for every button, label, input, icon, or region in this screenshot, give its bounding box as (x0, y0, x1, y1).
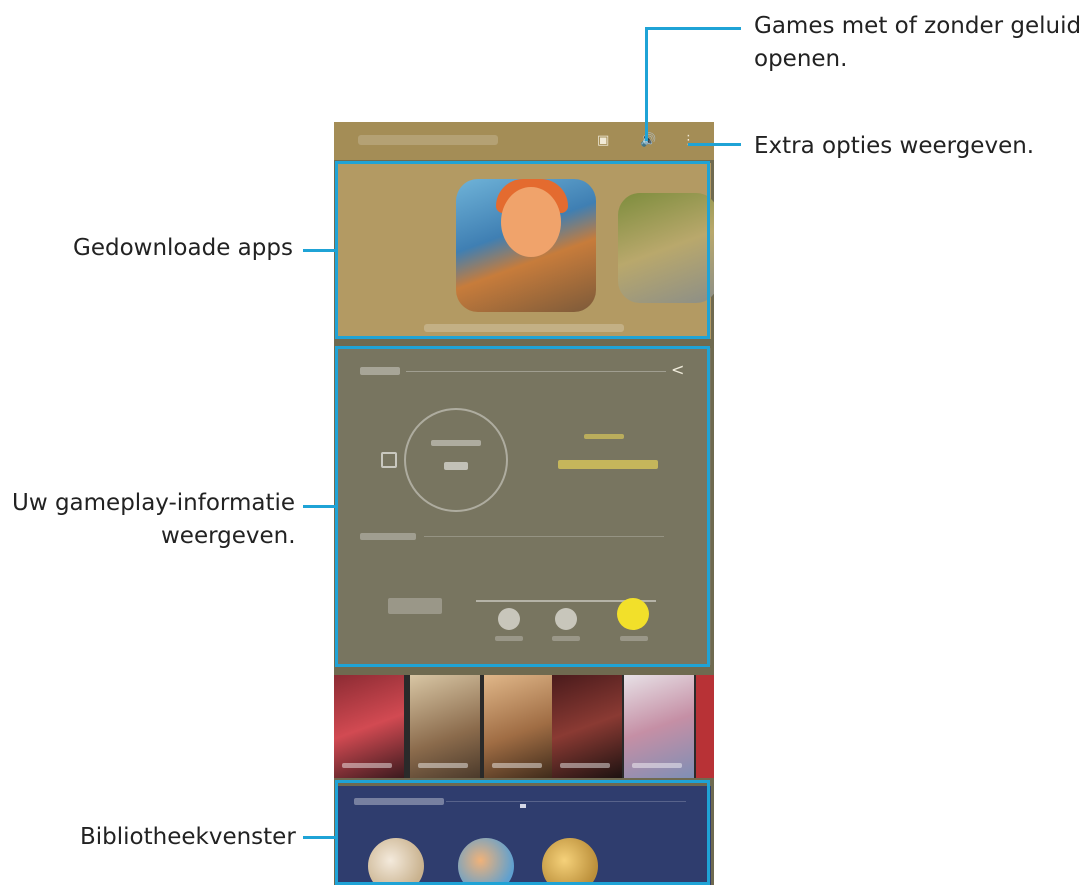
callout-line-library (303, 836, 335, 839)
thumbnail-caption (492, 763, 542, 768)
highlight-gameplay-info (335, 346, 710, 667)
game-thumbnail[interactable] (552, 675, 622, 778)
highlight-downloaded-apps (335, 161, 710, 339)
callout-line-downloaded-apps (303, 249, 335, 252)
highlight-library-panel (335, 780, 710, 885)
callout-line-sound (645, 27, 648, 141)
volume-icon[interactable]: 🔊 (640, 134, 656, 148)
callout-sound-line1: Games met of zonder geluid (754, 13, 1082, 39)
screen-icon[interactable]: ▣ (597, 134, 609, 148)
thumbnail-caption (632, 763, 682, 768)
featured-games-strip (334, 675, 714, 778)
callout-line-gameplay (303, 505, 335, 508)
thumbnail-caption (342, 763, 392, 768)
callout-sound-line2: openen. (754, 46, 848, 72)
callout-line-sound (645, 27, 741, 30)
thumbnail-caption (560, 763, 610, 768)
game-thumbnail[interactable] (696, 675, 714, 778)
game-thumbnail[interactable] (410, 675, 480, 778)
callout-line-more-options (688, 143, 741, 146)
callout-more-options: Extra opties weergeven. (754, 133, 1035, 159)
callout-library-panel: Bibliotheekvenster (80, 824, 296, 850)
game-thumbnail[interactable] (334, 675, 404, 778)
topbar-title (358, 135, 498, 145)
callout-gameplay-line2: weergeven. (161, 523, 296, 549)
game-thumbnail[interactable] (484, 675, 554, 778)
callout-downloaded-apps: Gedownloade apps (73, 235, 293, 261)
game-launcher-topbar: ▣ 🔊 ⋮ (334, 122, 714, 160)
thumbnail-caption (418, 763, 468, 768)
game-thumbnail[interactable] (624, 675, 694, 778)
callout-gameplay-line1: Uw gameplay-informatie (12, 490, 296, 516)
